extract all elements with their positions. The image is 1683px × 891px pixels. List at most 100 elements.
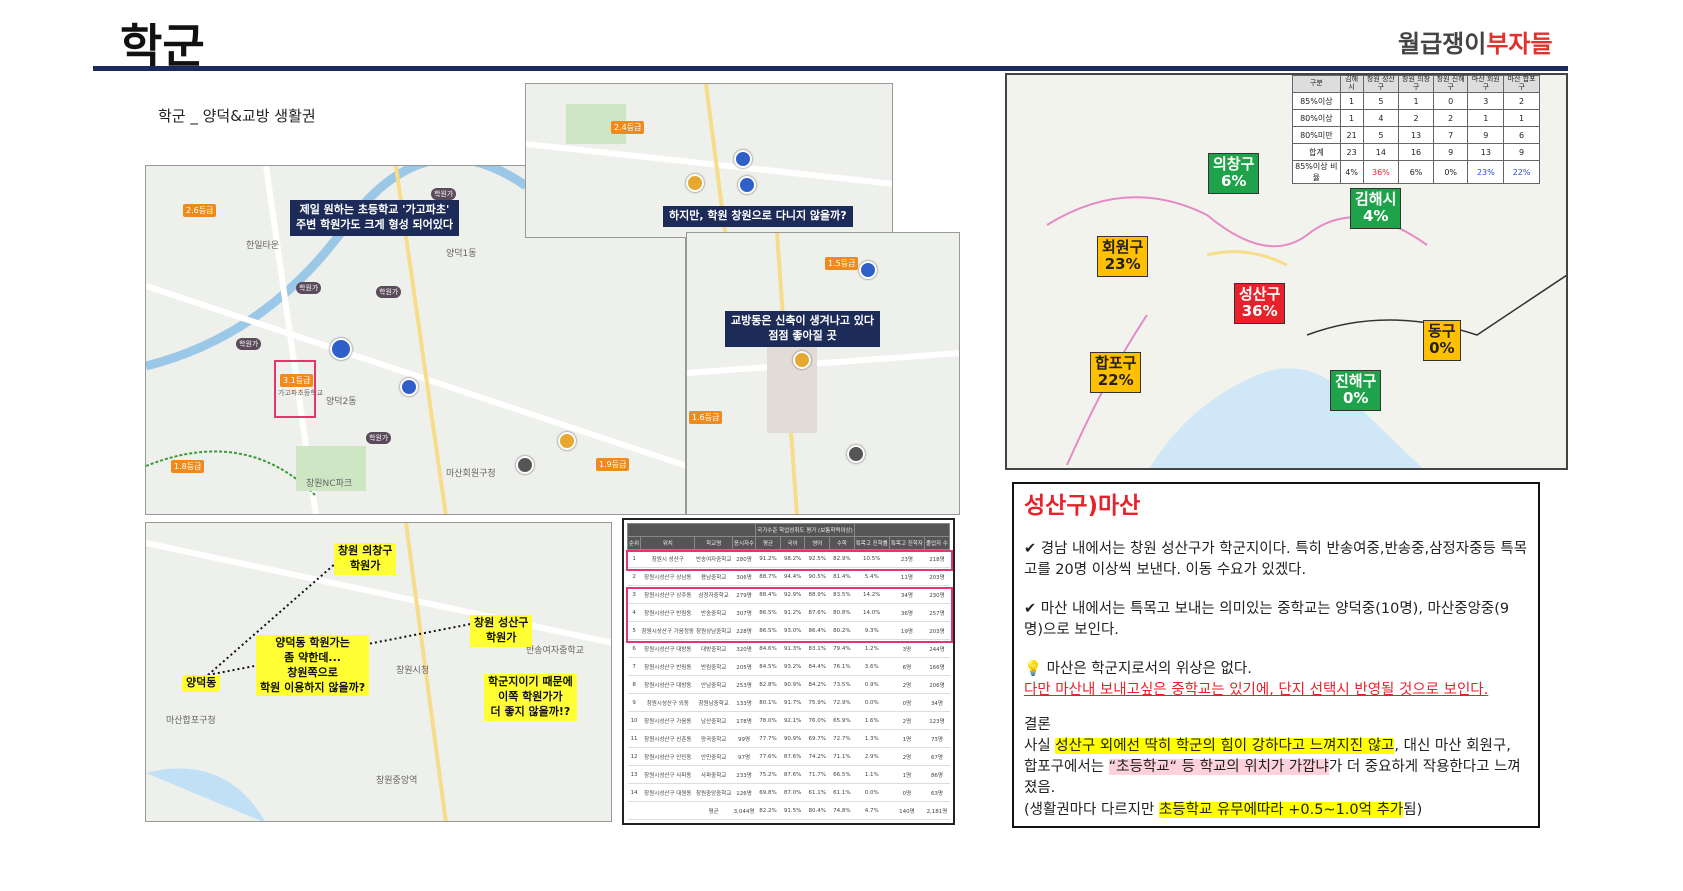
table-cell: 65.9%: [829, 711, 855, 730]
map-label: 창원중앙역: [376, 776, 418, 786]
school-pin-icon[interactable]: [859, 261, 877, 279]
table-row: 7 창원시성산구 반림동 반림중학교 205명 84.5% 93.2% 84.4% 76.1%…: [627, 657, 950, 676]
district-name: 합포구: [1095, 354, 1137, 372]
table-cell: 16: [1398, 143, 1434, 161]
table-cell: 창원시성산구 신촌동: [640, 729, 695, 748]
district-percent: 23%: [1104, 255, 1141, 274]
table-cell: 72.7%: [829, 729, 855, 748]
column-header: 특목고 진학률: [853, 536, 890, 550]
table-cell: 92.1%: [780, 711, 805, 730]
table-row: 12 창원시성산구 안민동 안민중학교 97명 77.6% 87.6% 74.2% 71.1%…: [627, 747, 950, 766]
table-cell: 126명: [732, 783, 756, 802]
table-cell: 13: [1467, 143, 1505, 161]
table-cell: 91.7%: [780, 693, 805, 712]
table-cell: 1: [1503, 109, 1540, 127]
table-cell: 97명: [732, 747, 756, 766]
table-cell: 66.5%: [829, 765, 855, 784]
table-cell: 78.0%: [755, 711, 781, 730]
school-pin-icon[interactable]: [734, 150, 752, 168]
map-gyobang-south[interactable]: 1.5등급 1.6등급: [686, 232, 960, 515]
point-1-text: 경남 내에서는 창원 성산구가 학군지이다. 특히 반송여중,반송중,삼정자중등…: [1024, 541, 1528, 579]
table-cell: 21: [1339, 126, 1364, 144]
grade-badge: 1.5등급: [825, 257, 859, 270]
academy-tag: 학원가: [296, 282, 322, 294]
table-row: 85%이상 비율 4% 36% 6% 0% 23% 22%: [1292, 160, 1540, 184]
logo-main: 월급쟁이: [1398, 30, 1487, 58]
school-pin-icon[interactable]: [793, 351, 811, 369]
map-label: 마산회원구청: [446, 469, 496, 479]
table-cell: 3: [1467, 92, 1505, 110]
map-label: 양덕1동: [446, 249, 477, 259]
table-row: 80%이상 1 4 2 2 1 1: [1292, 109, 1540, 127]
academy-tag: 학원가: [376, 286, 402, 298]
grade-badge: 2.6등급: [183, 204, 217, 217]
table-cell: 84.5%: [755, 657, 781, 676]
column-header: 창원 성산구: [1362, 75, 1400, 93]
district-name: 회원구: [1102, 238, 1144, 256]
column-header: 마산 합포구: [1503, 75, 1540, 93]
table-row: 80%미만 21 5 13 7 9 6: [1292, 126, 1540, 144]
district-label-5: 합포구 22%: [1090, 352, 1142, 393]
table-cell: 206명: [924, 675, 950, 694]
column-header: 수학: [829, 536, 855, 550]
table-cell: 80%이상: [1292, 109, 1341, 127]
table-cell: 0.9%: [854, 675, 890, 694]
table-header: 국가수준 학업성취도 평가 (보통학력이상) 순위 위치 학교명 응시자수 평균 국어 영어…: [626, 523, 951, 550]
table-cell: 10: [627, 711, 641, 730]
grade-badge: 1.9등급: [596, 458, 630, 471]
school-pin-icon[interactable]: [847, 445, 865, 463]
table-cell: 0: [1432, 92, 1469, 110]
point-2-text: 마산 내에서는 특목고 보내는 의미있는 중학교는 양덕중(10명), 마산중앙…: [1024, 601, 1510, 639]
check-icon: ✔: [1024, 541, 1041, 558]
table-cell: 1: [1339, 92, 1364, 110]
table-row: 11 창원시성산구 신촌동 양곡중학교 99명 77.7% 90.9% 69.7% 72.7%…: [627, 729, 950, 748]
table-cell: 67명: [924, 747, 950, 766]
table-cell: 91.5%: [780, 801, 805, 820]
table-row: 9 창원시성산구 외동 창원남중학교 133명 80.1% 91.7% 75.9% 72.9%…: [627, 693, 950, 712]
analysis-textbox: 성산구)마산 ✔ 경남 내에서는 창원 성산구가 학군지이다. 특히 반송여중,…: [1012, 482, 1540, 828]
group-header: 국가수준 학업성취도 평가 (보통학력이상): [755, 523, 855, 537]
table-cell: 84.4%: [804, 657, 830, 676]
conclusion-text: 됨): [1403, 801, 1423, 818]
district-percent: 22%: [1097, 371, 1134, 390]
table-cell: 창원시성산구 사파동: [640, 765, 695, 784]
label-schooldistrict-note: 학군지이기 때문에 이쪽 학원가가 더 좋지 않을까!?: [484, 674, 577, 721]
table-row: 10 창원시성산구 가음동 남산중학교 178명 78.0% 92.1% 76.0% 65.9…: [627, 711, 950, 730]
district-label-0: 의창구 6%: [1208, 153, 1260, 194]
table-cell: 4%: [1339, 160, 1364, 184]
school-pin-icon[interactable]: [516, 456, 534, 474]
point-2: ✔ 마산 내에서는 특목고 보내는 의미있는 중학교는 양덕중(10명), 마산…: [1024, 599, 1528, 641]
table-cell: 74.2%: [804, 747, 830, 766]
table-cell: [627, 801, 641, 820]
school-pin-icon[interactable]: [330, 338, 352, 360]
table-cell: 23: [1339, 143, 1364, 161]
table-cell: 창원시성산구 반림동: [640, 657, 695, 676]
lightbulb-icon: 💡: [1024, 661, 1047, 678]
table-cell: 36%: [1362, 160, 1400, 184]
district-name: 성산구: [1239, 285, 1281, 303]
table-cell: 안민중학교: [694, 747, 733, 766]
school-pin-icon[interactable]: [738, 176, 756, 194]
table-cell: 13: [1398, 126, 1434, 144]
table-cell: 99명: [732, 729, 756, 748]
table-cell: 178명: [732, 711, 756, 730]
check-icon: ✔: [1024, 601, 1041, 618]
label-yangdeok: 양덕동: [182, 675, 221, 692]
table-cell: 6: [1503, 126, 1540, 144]
grade-badge: 2.4등급: [611, 121, 645, 134]
table-cell: 23%: [1467, 160, 1505, 184]
table-cell: [640, 801, 695, 820]
school-pin-icon[interactable]: [400, 378, 418, 396]
map-label: 마산합포구청: [166, 716, 216, 726]
point-1: ✔ 경남 내에서는 창원 성산구가 학군지이다. 특히 반송여중,반송중,삼정자…: [1024, 539, 1528, 581]
callout-gagopa: 제일 원하는 초등학교 '가고파초' 주변 학원가도 크게 형성 되어있다: [290, 200, 459, 236]
table-cell: 9: [1432, 143, 1469, 161]
table-cell: 5: [1362, 126, 1400, 144]
table-cell: 0%: [1432, 160, 1469, 184]
district-percent: 0%: [1429, 339, 1455, 358]
conclusion-highlight: 성산구 외에선 딱히 학군의 힘이 강하다고 느껴지진 않고: [1055, 738, 1395, 755]
table-row: 8 창원시성산구 대방동 안남중학교 253명 82.8% 90.9% 84.2% 73.5%…: [627, 675, 950, 694]
school-pin-icon[interactable]: [558, 432, 576, 450]
school-pin-icon[interactable]: [686, 174, 704, 192]
table-cell: 82.8%: [755, 675, 781, 694]
